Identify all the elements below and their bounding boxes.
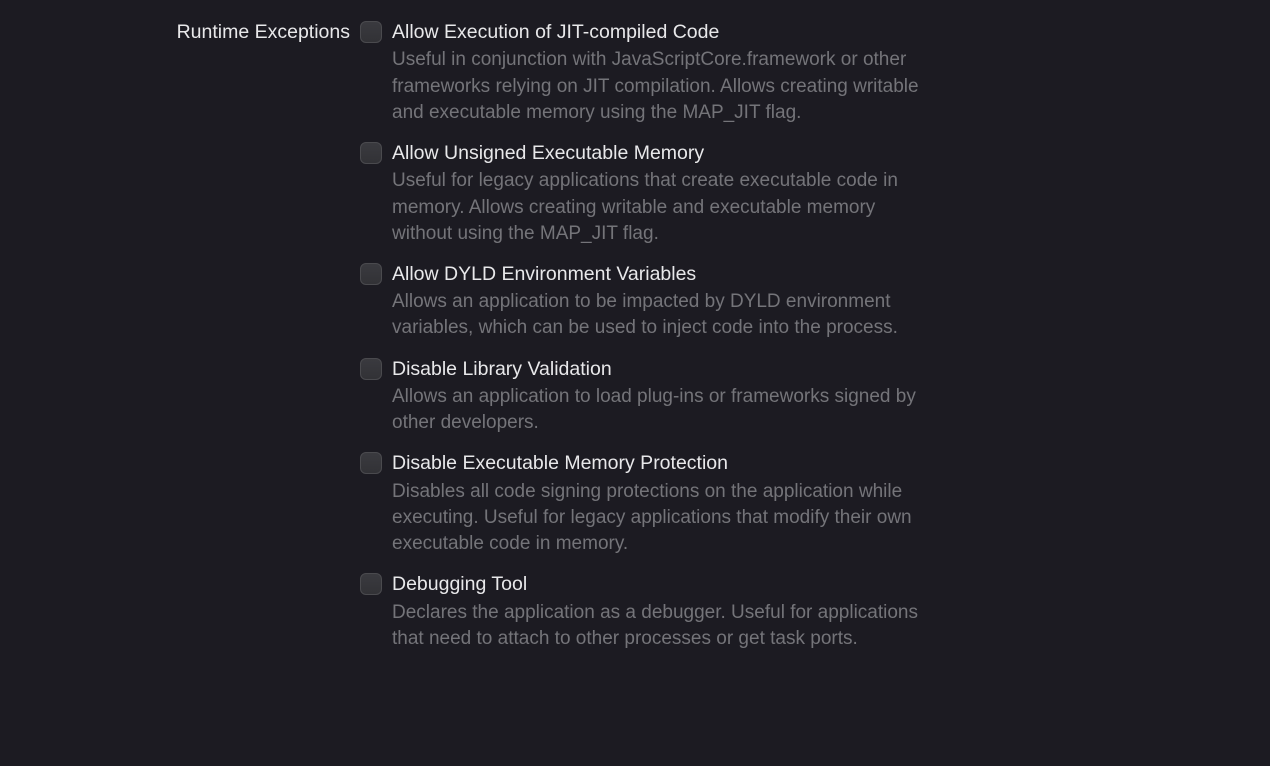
- option-title: Disable Library Validation: [392, 356, 920, 382]
- option-desc: Useful in conjunction with JavaScriptCor…: [392, 47, 920, 126]
- section-label: Runtime Exceptions: [0, 19, 350, 45]
- checkbox-allow-unsigned-mem[interactable]: [360, 142, 382, 164]
- option-title: Debugging Tool: [392, 571, 920, 597]
- option-text: Debugging Tool Declares the application …: [392, 571, 920, 652]
- options-column: Allow Execution of JIT-compiled Code Use…: [360, 19, 920, 666]
- option-row: Allow Unsigned Executable Memory Useful …: [360, 140, 920, 247]
- option-title: Disable Executable Memory Protection: [392, 450, 920, 476]
- option-title: Allow Execution of JIT-compiled Code: [392, 19, 920, 45]
- checkbox-disable-lib-validation[interactable]: [360, 358, 382, 380]
- option-row: Disable Library Validation Allows an app…: [360, 356, 920, 437]
- option-row: Allow Execution of JIT-compiled Code Use…: [360, 19, 920, 126]
- checkbox-disable-exec-mem-protection[interactable]: [360, 452, 382, 474]
- option-row: Allow DYLD Environment Variables Allows …: [360, 261, 920, 342]
- checkbox-allow-jit[interactable]: [360, 21, 382, 43]
- checkbox-allow-dyld[interactable]: [360, 263, 382, 285]
- label-column: Runtime Exceptions: [0, 19, 360, 666]
- option-row: Debugging Tool Declares the application …: [360, 571, 920, 652]
- option-desc: Useful for legacy applications that crea…: [392, 168, 920, 247]
- option-text: Allow Execution of JIT-compiled Code Use…: [392, 19, 920, 126]
- option-desc: Declares the application as a debugger. …: [392, 600, 920, 652]
- option-title: Allow Unsigned Executable Memory: [392, 140, 920, 166]
- option-text: Allow DYLD Environment Variables Allows …: [392, 261, 920, 342]
- option-text: Allow Unsigned Executable Memory Useful …: [392, 140, 920, 247]
- option-desc: Disables all code signing protections on…: [392, 479, 920, 558]
- option-desc: Allows an application to load plug-ins o…: [392, 384, 920, 436]
- option-row: Disable Executable Memory Protection Dis…: [360, 450, 920, 557]
- checkbox-debugging-tool[interactable]: [360, 573, 382, 595]
- option-title: Allow DYLD Environment Variables: [392, 261, 920, 287]
- option-desc: Allows an application to be impacted by …: [392, 289, 920, 341]
- option-text: Disable Executable Memory Protection Dis…: [392, 450, 920, 557]
- option-text: Disable Library Validation Allows an app…: [392, 356, 920, 437]
- settings-section: Runtime Exceptions Allow Execution of JI…: [0, 0, 1270, 666]
